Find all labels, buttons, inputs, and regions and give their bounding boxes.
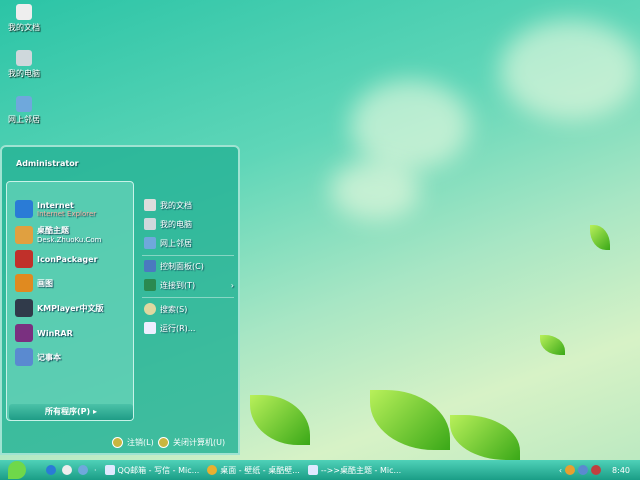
folder-icon — [16, 4, 32, 20]
all-programs-button[interactable]: 所有程序(P) ▸ — [9, 404, 133, 420]
leaf-decoration — [250, 395, 310, 445]
desktop-icon-my-computer[interactable]: 我的电脑 — [4, 50, 44, 79]
taskbar: · QQ邮箱 - 写信 - Mic... 桌面 - 壁纸 - 桌酷壁... --… — [0, 460, 640, 480]
tray-icon[interactable] — [591, 465, 602, 475]
notepad-icon — [15, 348, 33, 366]
computer-icon — [144, 218, 156, 230]
menu-network[interactable]: 网上邻居 — [144, 237, 192, 249]
iconpackager-icon — [15, 250, 33, 268]
menu-connect-to[interactable]: 连接到(T) › — [144, 279, 234, 291]
menu-run[interactable]: 运行(R)... — [144, 322, 195, 334]
chevron-right-icon: › — [230, 280, 234, 290]
leaf-decoration — [450, 415, 520, 460]
computer-icon — [16, 50, 32, 66]
chrome-icon — [207, 465, 218, 475]
media-quicklaunch-icon[interactable] — [62, 465, 72, 475]
taskbar-item[interactable]: -->>桌酷主题 - Mic... — [307, 465, 401, 476]
word-icon — [104, 465, 115, 475]
taskbar-item[interactable]: 桌面 - 壁纸 - 桌酷壁... — [207, 465, 300, 476]
ie-quicklaunch-icon[interactable] — [46, 465, 56, 475]
program-kmplayer[interactable]: KMPlayer中文版 — [15, 299, 104, 317]
network-icon — [144, 237, 156, 249]
leaf-decoration — [540, 335, 565, 355]
program-iconpackager[interactable]: IconPackager — [15, 250, 98, 268]
desktop-icon-network[interactable]: 网上邻居 — [4, 96, 44, 125]
shutdown-button[interactable]: 关闭计算机(U) — [158, 437, 225, 448]
clock[interactable]: 8:40 — [612, 466, 630, 475]
search-icon — [144, 303, 156, 315]
zhuoku-icon — [15, 225, 33, 244]
network-icon — [16, 96, 32, 112]
winrar-icon — [15, 324, 33, 342]
program-zhuoku[interactable]: 桌酷主题 Desk.ZhuoKu.Com — [15, 225, 101, 244]
control-panel-icon — [144, 260, 156, 272]
start-menu: Administrator Internet Internet Explorer … — [0, 145, 240, 455]
menu-control-panel[interactable]: 控制面板(C) — [144, 260, 204, 272]
qq-tray-icon[interactable] — [565, 465, 576, 475]
user-name: Administrator — [16, 159, 79, 168]
globe-icon — [144, 279, 156, 291]
logoff-icon — [112, 437, 123, 448]
program-paint[interactable]: 画图 — [15, 274, 53, 292]
logoff-button[interactable]: 注销(L) — [112, 437, 154, 448]
desktop-icon-my-documents[interactable]: 我的文档 — [4, 4, 44, 33]
power-icon — [158, 437, 169, 448]
documents-icon — [144, 199, 156, 211]
program-internet-explorer[interactable]: Internet Internet Explorer — [15, 200, 96, 218]
paint-icon — [15, 274, 33, 292]
taskbar-item[interactable]: QQ邮箱 - 写信 - Mic... — [104, 465, 199, 476]
run-icon — [144, 322, 156, 334]
kmplayer-icon — [15, 299, 33, 317]
desktop-quicklaunch-icon[interactable] — [78, 465, 88, 475]
separator: · — [94, 465, 97, 475]
start-button[interactable] — [8, 461, 26, 479]
separator — [142, 297, 234, 298]
ie-icon — [15, 200, 33, 218]
leaf-decoration — [370, 390, 450, 450]
tray-icon[interactable] — [578, 465, 589, 475]
menu-my-documents[interactable]: 我的文档 — [144, 199, 192, 211]
pinned-programs: Internet Internet Explorer 桌酷主题 Desk.ZhuoK… — [6, 181, 134, 421]
program-notepad[interactable]: 记事本 — [15, 348, 61, 366]
leaf-decoration — [590, 225, 610, 250]
menu-search[interactable]: 搜索(S) — [144, 303, 187, 315]
menu-my-computer[interactable]: 我的电脑 — [144, 218, 192, 230]
separator — [142, 255, 234, 256]
program-winrar[interactable]: WinRAR — [15, 324, 73, 342]
tray-expand-icon[interactable]: ‹ — [559, 466, 562, 475]
word-icon — [307, 465, 318, 475]
